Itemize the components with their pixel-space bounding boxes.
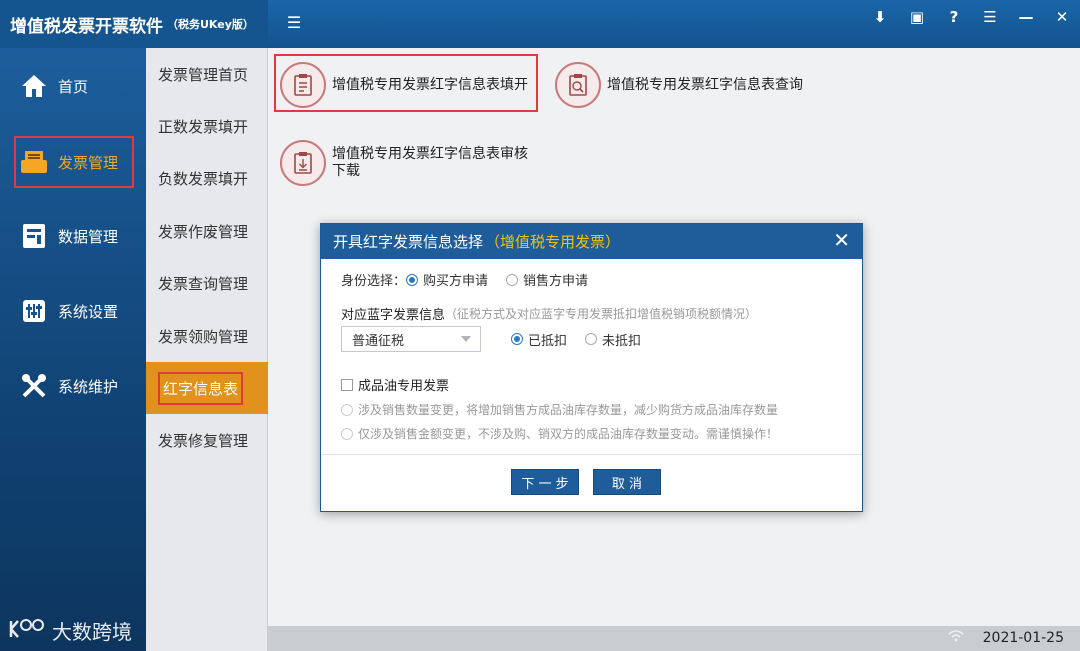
sidebar-item-settings[interactable]: 系统设置: [0, 283, 146, 339]
subnav-item-invoice-home[interactable]: 发票管理首页: [146, 48, 268, 100]
identity-option-buyer[interactable]: 购买方申请: [406, 270, 488, 289]
watermark-logo: 大数跨境: [8, 616, 132, 645]
deduct-option-deducted[interactable]: 已抵扣: [511, 330, 567, 349]
dialog-title: 开具红字发票信息选择: [333, 233, 484, 251]
oil-invoice-row: 成品油专用发票: [341, 375, 449, 394]
subnav-item-negative-invoice[interactable]: 负数发票填开: [146, 152, 268, 204]
cancel-button[interactable]: 取 消: [593, 469, 661, 495]
blue-info-hint: （征税方式及对应蓝字专用发票抵扣增值税销项税额情况）: [445, 307, 758, 321]
sub-navigation: 发票管理首页 正数发票填开 负数发票填开 发票作废管理 发票查询管理 发票领购管…: [146, 48, 268, 651]
function-label: 增值税专用发票红字信息表查询: [607, 76, 803, 93]
subnav-item-label: 发票修复管理: [158, 431, 249, 450]
fill-form-icon: [280, 62, 326, 108]
collapse-menu-icon[interactable]: ☰: [284, 12, 304, 34]
download-icon[interactable]: ⬇: [866, 6, 894, 28]
app-title: 增值税发票开票软件 （税务UKey版）: [0, 0, 268, 48]
tax-method-value: 普通征税: [352, 333, 405, 349]
option-label: 未抵扣: [602, 333, 642, 349]
status-bar: 2021-01-25: [268, 626, 1080, 651]
watermark-logo-icon: [8, 617, 48, 644]
subnav-item-label: 发票查询管理: [158, 274, 249, 293]
sidebar-item-invoice[interactable]: 发票管理: [0, 134, 146, 190]
subnav-item-label: 发票作废管理: [158, 222, 249, 241]
oil-option-quantity[interactable]: 涉及销售数量变更，将增加销售方成品油库存数量，减少购货方成品油库存数量: [341, 401, 778, 418]
query-icon: [555, 62, 601, 108]
oil-invoice-label: 成品油专用发票: [358, 379, 450, 394]
option-label: 仅涉及销售金额变更，不涉及购、销双方的成品油库存数量变动。需谨慎操作！: [358, 427, 779, 441]
minimize-icon[interactable]: —: [1012, 6, 1040, 28]
function-label: 增值税专用发票红字信息表审核下载: [332, 146, 528, 179]
signal-icon: [948, 630, 964, 646]
data-icon: [20, 222, 48, 250]
radio-selected[interactable]: [511, 333, 523, 345]
help-icon[interactable]: ?: [940, 6, 968, 28]
subnav-item-label: 红字信息表: [158, 371, 244, 405]
sidebar-item-data[interactable]: 数据管理: [0, 208, 146, 264]
app-title-text: 增值税发票开票软件: [10, 16, 163, 37]
oil-invoice-checkbox[interactable]: [341, 378, 353, 391]
bookmark-icon[interactable]: ▣: [903, 6, 931, 28]
app-subtitle: （税务UKey版）: [167, 18, 254, 31]
watermark-text: 大数跨境: [52, 620, 132, 644]
menu-icon[interactable]: ☰: [976, 6, 1004, 28]
blue-info-row: 对应蓝字发票信息 （征税方式及对应蓝字专用发票抵扣增值税销项税额情况）: [341, 304, 757, 323]
subnav-item-repair-invoice[interactable]: 发票修复管理: [146, 414, 268, 466]
identity-row: 身份选择： 购买方申请 销售方申请: [341, 270, 606, 289]
next-button[interactable]: 下 一 步: [511, 469, 579, 495]
function-label: 增值税专用发票红字信息表填开: [332, 76, 528, 93]
option-label: 涉及销售数量变更，将增加销售方成品油库存数量，减少购货方成品油库存数量: [358, 403, 779, 417]
tax-method-select[interactable]: 普通征税: [341, 326, 481, 352]
radio-unselected[interactable]: [585, 333, 598, 345]
sidebar-item-label: 数据管理: [58, 227, 119, 246]
subnav-item-label: 发票领购管理: [158, 327, 249, 346]
function-red-info-fill[interactable]: 增值税专用发票红字信息表填开: [274, 54, 538, 112]
dialog-title-highlight: （增值税专用发票）: [485, 233, 621, 251]
option-label: 销售方申请: [523, 274, 589, 289]
deduct-option-not-deducted[interactable]: 未抵扣: [585, 330, 641, 349]
subnav-item-query-invoice[interactable]: 发票查询管理: [146, 257, 268, 309]
sidebar-item-label: 首页: [58, 77, 89, 96]
radio-unselected[interactable]: [506, 273, 519, 286]
tax-method-row: 普通征税 已抵扣 未抵扣: [341, 326, 659, 352]
chevron-down-icon: [461, 336, 471, 342]
option-label: 已抵扣: [528, 333, 568, 349]
function-red-info-query[interactable]: 增值税专用发票红字信息表查询: [555, 62, 803, 108]
subnav-item-red-info[interactable]: 红字信息表: [146, 362, 268, 414]
red-invoice-select-dialog: 开具红字发票信息选择 （增值税专用发票） ✕ 身份选择： 购买方申请 销售方申请…: [320, 223, 863, 512]
download-icon: [280, 140, 326, 186]
radio-disabled[interactable]: [341, 403, 353, 416]
invoice-icon: [20, 148, 48, 176]
identity-label: 身份选择：: [341, 274, 407, 289]
sidebar-item-label: 系统维护: [58, 377, 119, 396]
maintenance-icon: [20, 372, 48, 400]
close-icon[interactable]: ✕: [1048, 6, 1076, 28]
function-red-info-review-download[interactable]: 增值税专用发票红字信息表审核下载: [280, 140, 528, 186]
option-label: 购买方申请: [423, 274, 489, 289]
blue-info-label: 对应蓝字发票信息: [341, 308, 446, 323]
dialog-header: 开具红字发票信息选择 （增值税专用发票） ✕: [321, 224, 862, 259]
oil-option-amount[interactable]: 仅涉及销售金额变更，不涉及购、销双方的成品油库存数量变动。需谨慎操作！: [341, 425, 778, 442]
subnav-item-positive-invoice[interactable]: 正数发票填开: [146, 100, 268, 152]
dialog-close-icon[interactable]: ✕: [833, 229, 850, 251]
radio-selected[interactable]: [406, 273, 419, 286]
radio-disabled[interactable]: [341, 427, 353, 440]
sidebar-item-maintenance[interactable]: 系统维护: [0, 358, 146, 414]
sidebar: 首页 发票管理 数据管理 系统设置 系统维护 大数跨境: [0, 48, 146, 651]
sidebar-item-label: 系统设置: [58, 302, 119, 321]
identity-option-seller[interactable]: 销售方申请: [506, 270, 588, 289]
title-bar: 增值税发票开票软件 （税务UKey版） ☰ ⬇ ▣ ? ☰ — ✕: [0, 0, 1080, 48]
status-date: 2021-01-25: [982, 630, 1064, 646]
sidebar-item-label: 发票管理: [58, 153, 119, 172]
subnav-item-label: 发票管理首页: [158, 65, 249, 84]
subnav-item-purchase-invoice[interactable]: 发票领购管理: [146, 310, 268, 362]
home-icon: [20, 72, 48, 100]
subnav-item-label: 负数发票填开: [158, 169, 249, 188]
settings-icon: [20, 297, 48, 325]
subnav-item-void-invoice[interactable]: 发票作废管理: [146, 205, 268, 257]
subnav-item-label: 正数发票填开: [158, 117, 249, 136]
dialog-divider: [321, 454, 862, 455]
sidebar-item-home[interactable]: 首页: [0, 58, 146, 114]
